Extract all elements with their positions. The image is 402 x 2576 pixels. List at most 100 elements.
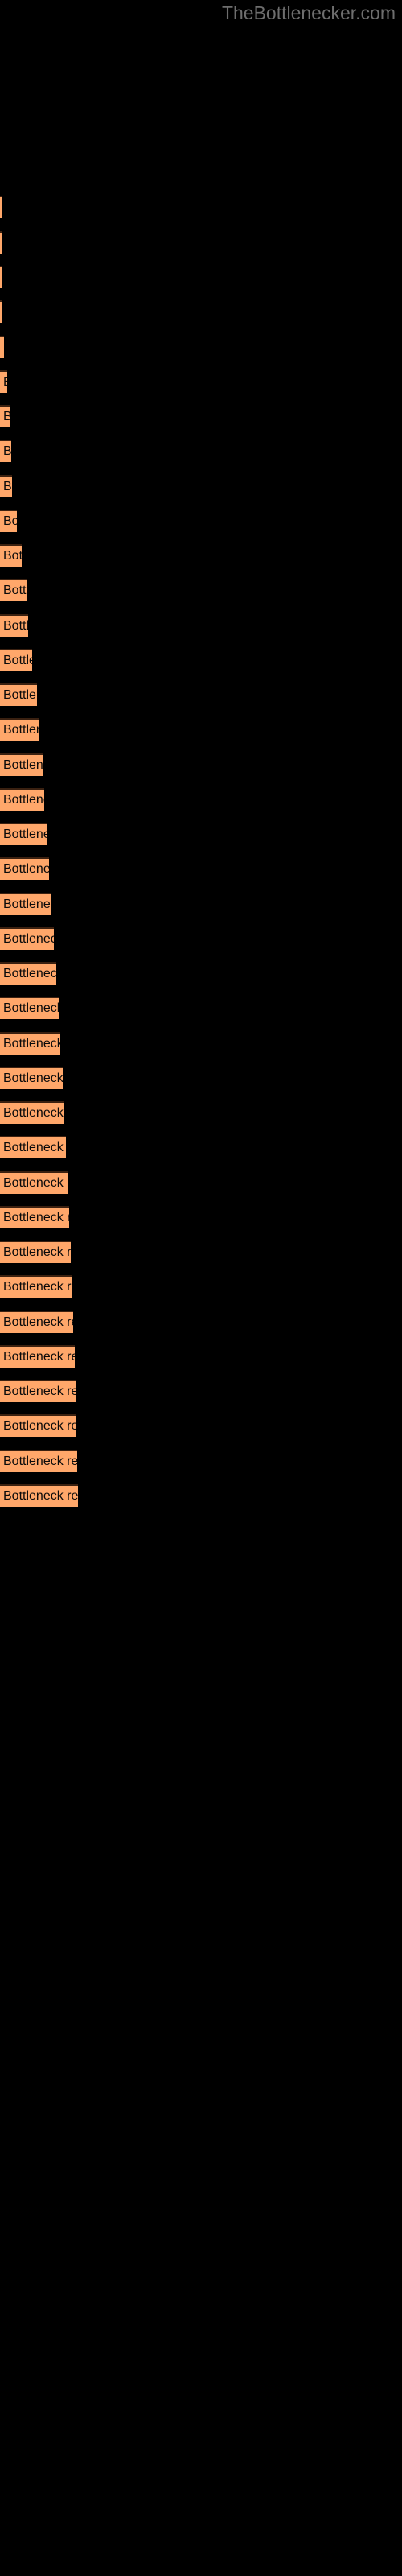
chart-bar[interactable]: Bottleneck result [0, 1206, 69, 1228]
bar-row: Bottleneck result [0, 1275, 72, 1298]
chart-bar[interactable]: Bottleneck result [0, 1414, 76, 1437]
chart-bar[interactable]: Bottleneck result [0, 475, 12, 497]
chart-bar[interactable]: Bottleneck result [0, 231, 2, 254]
chart-bar[interactable]: Bottleneck result [0, 683, 37, 706]
bar-row: Bottleneck result [0, 962, 56, 985]
bar-row: Bottleneck result [0, 823, 47, 845]
bar-value-label: Bottleneck result [3, 1106, 64, 1120]
bar-value-label: Bottleneck result [3, 480, 12, 493]
chart-bar[interactable]: Bottleneck result [0, 266, 2, 288]
bar-row: Bottleneck result [0, 1032, 60, 1055]
chart-bar[interactable]: Bottleneck result [0, 857, 49, 880]
bar-row: Bottleneck result [0, 336, 4, 358]
bar-row: Bottleneck result [0, 614, 28, 637]
bar-row: Bottleneck result [0, 1345, 75, 1368]
chart-bar[interactable]: Bottleneck result [0, 962, 56, 985]
bar-value-label: Bottleneck result [3, 619, 28, 633]
chart-bar[interactable]: Bottleneck result [0, 753, 43, 776]
bar-row: Bottleneck result [0, 753, 43, 776]
chart-bar[interactable]: Bottleneck result [0, 997, 59, 1019]
chart-bar[interactable]: Bottleneck result [0, 405, 10, 427]
bar-value-label: Bottleneck result [3, 688, 37, 702]
bar-row: Bottleneck result [0, 683, 37, 706]
chart-bar[interactable]: Bottleneck result [0, 1275, 72, 1298]
chart-bar[interactable]: Bottleneck result [0, 823, 47, 845]
chart-bar[interactable]: Bottleneck result [0, 336, 4, 358]
bar-row: Bottleneck result [0, 997, 59, 1019]
chart-bar[interactable]: Bottleneck result [0, 196, 2, 218]
bar-row: Bottleneck result [0, 370, 7, 393]
chart-bar[interactable]: Bottleneck result [0, 510, 17, 532]
bar-row: Bottleneck result [0, 510, 17, 532]
chart-bar[interactable]: Bottleneck result [0, 1380, 76, 1402]
chart-bar[interactable]: Bottleneck result [0, 1032, 60, 1055]
chart-bar[interactable]: Bottleneck result [0, 1345, 75, 1368]
bar-row: Bottleneck result [0, 1414, 76, 1437]
bar-value-label: Bottleneck result [3, 1071, 63, 1085]
bar-row: Bottleneck result [0, 1206, 69, 1228]
bar-value-label: Bottleneck result [3, 828, 47, 841]
bar-row: Bottleneck result [0, 475, 12, 497]
bar-row: Bottleneck result [0, 1380, 76, 1402]
chart-bar[interactable]: Bottleneck result [0, 718, 39, 741]
bar-value-label: Bottleneck result [3, 1211, 69, 1224]
bar-value-label: Bottleneck result [3, 793, 44, 807]
bar-row: Bottleneck result [0, 1311, 73, 1333]
chart-bar[interactable]: Bottleneck result [0, 1241, 71, 1263]
chart-bar[interactable]: Bottleneck result [0, 893, 51, 915]
bar-value-label: Bottleneck result [3, 862, 49, 876]
bar-row: Bottleneck result [0, 1450, 77, 1472]
bar-row: Bottleneck result [0, 718, 39, 741]
bar-row: Bottleneck result [0, 1067, 63, 1089]
bar-value-label: Bottleneck result [3, 549, 22, 563]
bar-value-label: Bottleneck result [3, 1489, 78, 1503]
bar-row: Bottleneck result [0, 1241, 71, 1263]
bar-row: Bottleneck result [0, 1171, 68, 1194]
bar-value-label: Bottleneck result [3, 444, 11, 458]
bar-row: Bottleneck result [0, 1136, 66, 1158]
bar-value-label: Bottleneck result [3, 337, 4, 358]
chart-bar[interactable]: Bottleneck result [0, 1311, 73, 1333]
bar-value-label: Bottleneck result [3, 932, 54, 946]
chart-bar[interactable]: Bottleneck result [0, 927, 54, 950]
chart-bar[interactable]: Bottleneck result [0, 300, 2, 323]
bar-row: Bottleneck result [0, 649, 32, 671]
bar-row: Bottleneck result [0, 544, 22, 567]
bar-value-label: Bottleneck result [3, 1350, 75, 1364]
chart-bar[interactable]: Bottleneck result [0, 1067, 63, 1089]
bar-value-label: Bottleneck result [3, 372, 7, 393]
bar-row: Bottleneck result [0, 196, 2, 218]
chart-bar[interactable]: Bottleneck result [0, 1450, 77, 1472]
bar-row: Bottleneck result [0, 1484, 78, 1507]
bar-value-label: Bottleneck result [3, 967, 56, 980]
bar-value-label: Bottleneck result [3, 898, 51, 911]
chart-bar[interactable]: Bottleneck result [0, 544, 22, 567]
bar-row: Bottleneck result [0, 893, 51, 915]
chart-bar[interactable]: Bottleneck result [0, 788, 44, 811]
chart-bar[interactable]: Bottleneck result [0, 1484, 78, 1507]
bar-row: Bottleneck result [0, 927, 54, 950]
chart-bar[interactable]: Bottleneck result [0, 1136, 66, 1158]
chart-bar[interactable]: Bottleneck result [0, 579, 27, 601]
bar-row: Bottleneck result [0, 266, 2, 288]
bar-value-label: Bottleneck result [3, 1385, 76, 1398]
chart-bar[interactable]: Bottleneck result [0, 440, 11, 462]
bar-value-label: Bottleneck result [3, 758, 43, 772]
chart-bar[interactable]: Bottleneck result [0, 370, 7, 393]
bottleneck-bar-chart: Bottleneck result Bottleneck result Bottle… [0, 0, 402, 2576]
bar-row: Bottleneck result [0, 579, 27, 601]
bar-value-label: Bottleneck result [3, 1001, 59, 1015]
bar-value-label: Bottleneck result [3, 1419, 76, 1433]
chart-bar[interactable]: Bottleneck result [0, 649, 32, 671]
bar-value-label: Bottleneck result [3, 1315, 73, 1329]
bar-row: Bottleneck result [0, 300, 2, 323]
chart-bar[interactable]: Bottleneck result [0, 1171, 68, 1194]
chart-bar[interactable]: Bottleneck result [0, 614, 28, 637]
bar-value-label: Bottleneck result [3, 407, 10, 427]
bar-value-label: Bottleneck result [3, 584, 27, 597]
bar-row: Bottleneck result [0, 405, 10, 427]
chart-bar[interactable]: Bottleneck result [0, 1101, 64, 1124]
bar-value-label: Bottleneck result [3, 723, 39, 737]
bar-value-label: Bottleneck result [3, 1245, 71, 1259]
bar-value-label: Bottleneck result [3, 654, 32, 667]
